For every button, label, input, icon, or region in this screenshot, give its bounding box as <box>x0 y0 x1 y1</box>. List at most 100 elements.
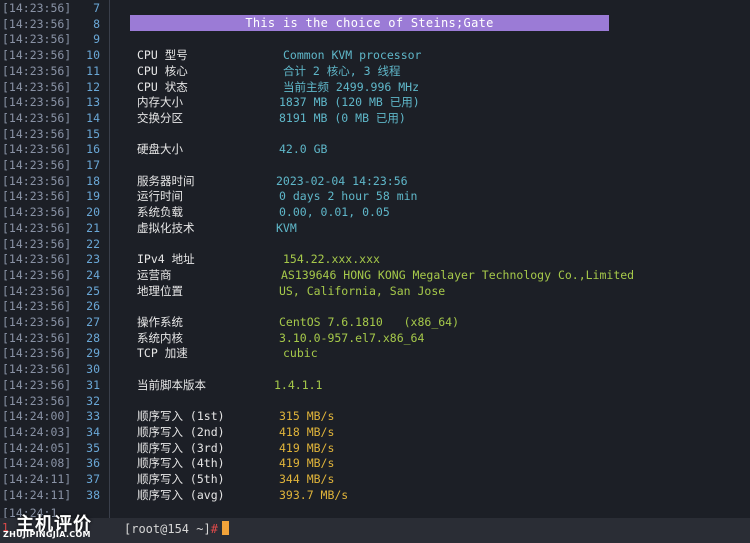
info-value: 1.4.1.1 <box>274 377 323 392</box>
info-label: 硬盘大小 <box>137 142 183 157</box>
line-number: 11 <box>86 63 100 78</box>
info-label: 顺序写入 (4th) <box>137 456 225 471</box>
timestamp: [14:23:56] <box>2 95 72 110</box>
timestamp: [14:23:56] <box>2 173 72 188</box>
info-label: 内存大小 <box>137 95 183 110</box>
info-value: 3.10.0-957.el7.x86_64 <box>279 330 425 345</box>
info-label: 顺序写入 (avg) <box>137 487 225 502</box>
line-number: 36 <box>86 456 100 471</box>
prompt-hash: # <box>210 522 218 536</box>
info-value: 344 MB/s <box>279 472 335 486</box>
prompt-bar[interactable] <box>0 518 750 543</box>
line-number: 29 <box>86 346 100 361</box>
gutter-row: [14:23:56] 14 <box>0 111 109 127</box>
info-value: 393.7 MB/s <box>279 487 349 502</box>
info-value: CentOS 7.6.1810 (x86_64) <box>279 315 460 329</box>
timestamp: [14:24:00] <box>2 409 72 424</box>
info-label: 运营商 <box>137 267 172 282</box>
info-label: 顺序写入 (3rd) <box>137 440 225 455</box>
gutter-row: [14:23:56] 32 <box>0 394 109 410</box>
info-value: 1837 MB (120 MB 已用) <box>279 95 420 110</box>
line-number: 31 <box>86 377 100 392</box>
info-value: 合计 2 核心, 3 线程 <box>283 63 401 78</box>
line-number: 21 <box>86 220 100 235</box>
line-number: 27 <box>86 315 100 329</box>
timestamp: [14:23:56] <box>2 267 72 282</box>
line-number: 10 <box>86 48 100 63</box>
line-number: 19 <box>86 189 100 204</box>
line-number: 34 <box>86 424 100 439</box>
info-label: 虚拟化技术 <box>137 220 195 235</box>
timestamp: [14:24:03] <box>2 424 72 439</box>
gutter-row: [14:23:56] 12 <box>0 80 109 96</box>
info-value: 419 MB/s <box>279 440 335 455</box>
line-number: 37 <box>86 472 100 486</box>
info-value: 42.0 GB <box>279 142 328 157</box>
info-value: 当前主频 2499.996 MHz <box>283 79 420 94</box>
line-number: 33 <box>86 409 100 424</box>
info-value: 8191 MB (0 MB 已用) <box>279 110 406 125</box>
timestamp: [14:23:56] <box>2 126 72 141</box>
gutter-row: [14:23:56] 16 <box>0 142 109 158</box>
info-label: 操作系统 <box>137 315 183 329</box>
gutter-row: [14:23:56] 11 <box>0 64 109 80</box>
gutter-row: [14:23:56] 21 <box>0 221 109 237</box>
gutter-row: [14:24:08] 36 <box>0 456 109 472</box>
timestamp: [14:23:56] <box>2 299 72 314</box>
timestamp: [14:23:56] <box>2 346 72 361</box>
line-number: 9 <box>93 32 100 47</box>
info-value: 154.22.xxx.xxx <box>283 252 380 267</box>
gutter-row: [14:23:56] 19 <box>0 189 109 205</box>
timestamp: [14:23:56] <box>2 16 72 31</box>
info-label: 运行时间 <box>137 189 183 204</box>
timestamp: [14:23:56] <box>2 158 72 172</box>
line-number: 38 <box>86 487 100 502</box>
gutter-row: [14:23:56] 18 <box>0 174 109 190</box>
gutter-row: [14:24:00] 33 <box>0 409 109 425</box>
shell-prompt[interactable]: [root@154 ~]# <box>124 521 229 537</box>
info-value: cubic <box>283 346 318 361</box>
timestamp: [14:23:56] <box>2 236 72 251</box>
info-label: CPU 型号 <box>137 48 188 63</box>
gutter-row: [14:23:56] 23 <box>0 252 109 268</box>
line-number: 25 <box>86 283 100 298</box>
line-number: 16 <box>86 142 100 157</box>
line-number: 13 <box>86 95 100 110</box>
gutter-row: [14:23:56] 30 <box>0 362 109 378</box>
info-label: TCP 加速 <box>137 346 188 361</box>
watermark-url: ZHUJIPINGJIA.COM <box>3 530 91 539</box>
line-number: 23 <box>86 252 100 267</box>
cursor-block <box>221 521 229 535</box>
timestamp: [14:23:56] <box>2 63 72 78</box>
gutter-row: [14:23:56] 20 <box>0 205 109 221</box>
info-value: 0 days 2 hour 58 min <box>279 189 418 204</box>
info-value: 315 MB/s <box>279 409 335 424</box>
timestamp: [14:23:56] <box>2 1 72 15</box>
timestamp: [14:23:56] <box>2 362 72 377</box>
info-value: 419 MB/s <box>279 456 335 471</box>
gutter-row: [14:24:11] 38 <box>0 488 109 504</box>
timestamp: [14:23:56] <box>2 48 72 63</box>
gutter-row: [14:23:56] 26 <box>0 299 109 315</box>
info-label: CPU 核心 <box>137 63 188 78</box>
line-number: 12 <box>86 79 100 94</box>
info-label: 顺序写入 (1st) <box>137 409 225 424</box>
info-value: 418 MB/s <box>279 424 335 439</box>
timestamp: [14:23:56] <box>2 393 72 408</box>
gutter-row: [14:23:56] 25 <box>0 284 109 300</box>
timestamp: [14:24:11] <box>2 472 72 486</box>
gutter-row: [14:24:05] 35 <box>0 441 109 457</box>
timestamp: [14:24:08] <box>2 456 72 471</box>
gutter-divider <box>109 0 110 518</box>
timestamp: [14:23:56] <box>2 315 72 329</box>
line-number: 22 <box>86 236 100 251</box>
info-label: 地理位置 <box>137 283 183 298</box>
gutter-row: [14:23:56] 24 <box>0 268 109 284</box>
timestamp: [14:23:56] <box>2 79 72 94</box>
info-label: 服务器时间 <box>137 173 195 188</box>
timestamp: [14:23:56] <box>2 142 72 157</box>
gutter-row: [14:23:56] 9 <box>0 32 109 48</box>
line-number: 32 <box>86 393 100 408</box>
timestamp: [14:23:56] <box>2 32 72 47</box>
info-label: 系统内核 <box>137 330 183 345</box>
